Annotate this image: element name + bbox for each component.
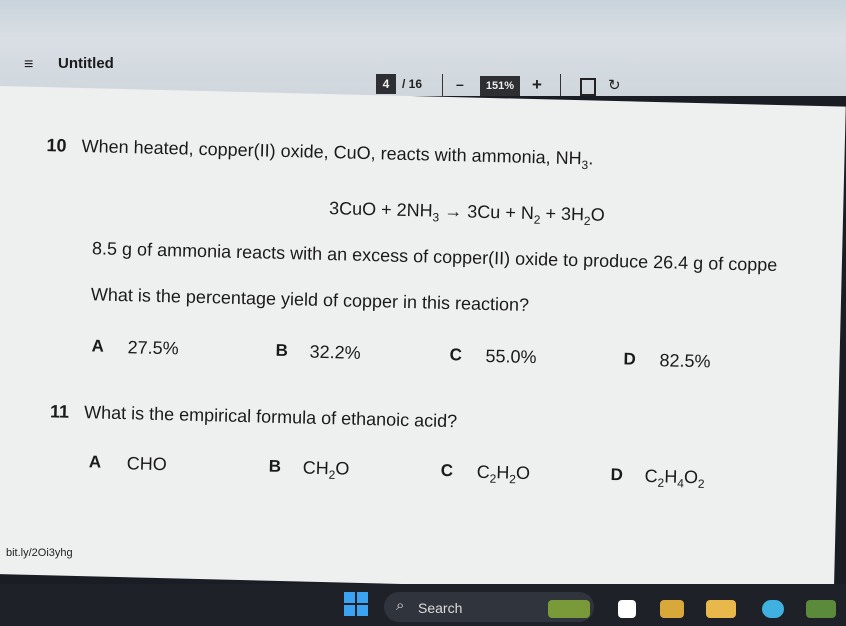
option-letter: D (610, 465, 624, 485)
zoom-level-input[interactable]: 151% (480, 76, 520, 96)
option-b-text: 32.2% (309, 341, 361, 363)
pdf-page: 10 When heated, copper(II) oxide, CuO, r… (0, 86, 846, 595)
formula-part: C (476, 461, 490, 483)
formula-part: H (664, 466, 678, 487)
search-icon: ⌕ (396, 597, 405, 614)
formula-part: H (496, 462, 510, 483)
option-letter: A (91, 336, 105, 356)
option-c-text: 55.0% (485, 345, 537, 368)
question-10-prompt: What is the percentage yield of copper i… (90, 284, 530, 315)
reaction-arrow: → (439, 200, 468, 222)
eq-part: 3Cu + N (467, 201, 535, 224)
short-link-watermark: bit.ly/2Oi3yhg (4, 546, 75, 560)
subscript: 2 (697, 476, 705, 491)
page-number-input[interactable]: 4 (376, 74, 396, 94)
fit-page-icon[interactable] (580, 78, 596, 96)
stem-text: What is the empirical formula of ethanoi… (83, 402, 458, 432)
option-c-formula: C2H2O (476, 462, 530, 487)
search-label: Search (418, 600, 463, 616)
option-letter: C (449, 345, 463, 365)
eq-part: 3CuO + 2NH (328, 198, 433, 221)
option-letter: B (275, 340, 289, 361)
taskbar-app-icon[interactable] (806, 600, 836, 618)
taskbar-app-icon[interactable] (618, 600, 636, 618)
option-letter: C (440, 460, 454, 481)
question-10-info: 8.5 g of ammonia reacts with an excess o… (91, 238, 778, 276)
option-letter: D (623, 349, 637, 369)
formula-part: CH (302, 457, 330, 479)
question-number: 10 (46, 135, 67, 156)
option-letter: B (268, 456, 282, 476)
option-d-text: 82.5% (659, 350, 711, 372)
viewer-toolbar (0, 0, 846, 96)
taskbar-app-icon[interactable] (548, 600, 590, 618)
eq-part: O (590, 204, 605, 225)
question-number: 11 (49, 401, 70, 422)
option-letter: A (88, 452, 102, 472)
windows-start-icon[interactable] (344, 592, 368, 616)
page-total: / 16 (402, 77, 423, 91)
zoom-in-button[interactable]: + (532, 75, 542, 95)
option-a-text: CHO (126, 453, 168, 475)
taskbar-app-icon[interactable] (706, 600, 736, 618)
question-11-stem: 11 What is the empirical formula of etha… (50, 401, 458, 432)
zoom-out-button[interactable]: – (456, 76, 464, 92)
option-d-formula: C2H4O2 (644, 466, 705, 491)
hamburger-menu-icon[interactable]: ≡ (24, 56, 33, 74)
option-a-text: 27.5% (127, 337, 179, 359)
question-10-stem: 10 When heated, copper(II) oxide, CuO, r… (46, 135, 593, 172)
taskbar-app-icon[interactable] (660, 600, 684, 618)
stem-end: . (588, 148, 594, 169)
toolbar-divider (442, 74, 443, 96)
stem-text: When heated, copper(II) oxide, CuO, reac… (81, 136, 582, 169)
chemical-equation: 3CuO + 2NH3 → 3Cu + N2 + 3H2O (329, 198, 605, 228)
formula-part: O (515, 462, 531, 484)
eq-part: + 3H (540, 203, 585, 225)
toolbar-divider (560, 74, 561, 96)
rotate-icon[interactable]: ↻ (608, 76, 621, 94)
formula-part: O (335, 458, 350, 479)
document-title: Untitled (58, 55, 114, 72)
taskbar-app-icon[interactable] (762, 600, 784, 618)
formula-part: C (644, 465, 658, 487)
formula-part: O (683, 466, 699, 488)
option-b-formula: CH2O (302, 457, 350, 483)
